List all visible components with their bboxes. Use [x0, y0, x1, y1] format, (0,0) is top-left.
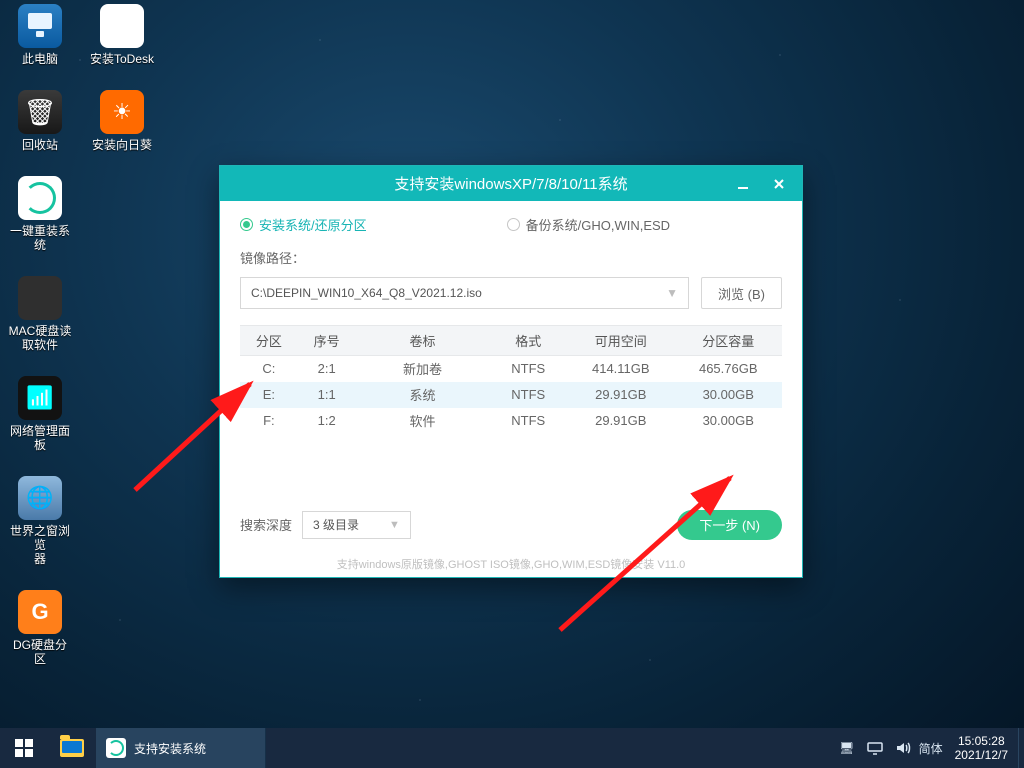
desktop-icon-sunlogin[interactable]: 安装向日葵	[90, 90, 154, 152]
table-row[interactable]: F:1:2软件NTFS29.91GB30.00GB	[240, 408, 782, 434]
close-button[interactable]	[762, 166, 796, 201]
show-desktop-button[interactable]	[1018, 728, 1024, 768]
col-size[interactable]: 分区容量	[674, 326, 782, 356]
table-row[interactable]: E:1:1系统NTFS29.91GB30.00GB	[240, 382, 782, 408]
radio-install-restore[interactable]: 安装系统/还原分区	[240, 215, 367, 234]
browse-button[interactable]: 浏览 (B)	[701, 277, 782, 309]
desktop-icon-recyclebin[interactable]: 回收站	[8, 90, 72, 152]
chevron-down-icon: ▼	[389, 519, 400, 531]
titlebar[interactable]: 支持安装windowsXP/7/8/10/11系统	[220, 166, 802, 201]
desktop-icons: 此电脑 T安装ToDesk 回收站 安装向日葵 一键重装系统 MAC硬盘读 取软…	[8, 4, 154, 666]
desktop-icon-thispc[interactable]: 此电脑	[8, 4, 72, 66]
apple-icon	[18, 276, 62, 320]
network-icon	[18, 376, 62, 420]
col-free[interactable]: 可用空间	[567, 326, 674, 356]
col-format[interactable]: 格式	[489, 326, 567, 356]
col-index[interactable]: 序号	[298, 326, 356, 356]
installer-app-icon	[106, 738, 126, 758]
window-title: 支持安装windowsXP/7/8/10/11系统	[394, 173, 627, 194]
taskbar: 支持安装系统 🖥 简体 15:05:28 2021/12/7	[0, 728, 1024, 768]
desktop-icon-dgdisk[interactable]: DG硬盘分区	[8, 590, 72, 666]
desktop-icon-mac[interactable]: MAC硬盘读 取软件	[8, 276, 72, 352]
file-explorer-button[interactable]	[48, 728, 96, 768]
search-depth-label: 搜索深度	[240, 515, 292, 534]
table-row[interactable]: C:2:1新加卷NTFS414.11GB465.76GB	[240, 356, 782, 382]
partition-table: 分区 序号 卷标 格式 可用空间 分区容量 C:2:1新加卷NTFS414.11…	[240, 325, 782, 434]
radio-dot-icon	[507, 218, 520, 231]
tray-network-icon[interactable]	[861, 728, 889, 768]
pc-icon	[18, 4, 62, 48]
search-depth-select[interactable]: 3 级目录 ▼	[302, 511, 411, 539]
chevron-down-icon: ▼	[666, 286, 678, 300]
col-partition[interactable]: 分区	[240, 326, 298, 356]
start-button[interactable]	[0, 728, 48, 768]
next-button[interactable]: 下一步 (N)	[677, 510, 782, 540]
col-volume[interactable]: 卷标	[356, 326, 490, 356]
tray-volume-icon[interactable]	[889, 728, 917, 768]
reinstall-icon	[18, 176, 62, 220]
tray-clock[interactable]: 15:05:28 2021/12/7	[945, 734, 1018, 762]
minimize-button[interactable]	[726, 166, 760, 201]
diskgenius-icon	[18, 590, 62, 634]
radio-dot-icon	[240, 218, 253, 231]
sunflower-icon	[100, 90, 144, 134]
image-path-combo[interactable]: C:\DEEPIN_WIN10_X64_Q8_V2021.12.iso ▼	[240, 277, 689, 309]
system-tray: 🖥 简体 15:05:28 2021/12/7	[833, 728, 1024, 768]
footer-text: 支持windows原版镜像,GHOST ISO镜像,GHO,WIM,ESD镜像安…	[240, 556, 782, 572]
installer-window: 支持安装windowsXP/7/8/10/11系统 安装系统/还原分区 备份系统…	[219, 165, 803, 578]
image-path-label: 镜像路径：	[240, 248, 782, 267]
desktop-icon-todesk[interactable]: T安装ToDesk	[90, 4, 154, 66]
desktop-icon-reinstall[interactable]: 一键重装系统	[8, 176, 72, 252]
taskbar-item-installer[interactable]: 支持安装系统	[96, 728, 266, 768]
folder-icon	[60, 739, 84, 757]
windows-icon	[15, 739, 33, 757]
todesk-icon: T	[100, 4, 144, 48]
tray-monitor-icon[interactable]: 🖥	[833, 728, 861, 768]
trash-icon	[18, 90, 62, 134]
tray-ime[interactable]: 简体	[917, 728, 945, 768]
desktop-icon-netpanel[interactable]: 网络管理面板	[8, 376, 72, 452]
radio-backup[interactable]: 备份系统/GHO,WIN,ESD	[507, 215, 670, 234]
globe-icon	[18, 476, 62, 520]
image-path-value: C:\DEEPIN_WIN10_X64_Q8_V2021.12.iso	[251, 286, 482, 300]
desktop-icon-browser[interactable]: 世界之窗浏览 器	[8, 476, 72, 566]
